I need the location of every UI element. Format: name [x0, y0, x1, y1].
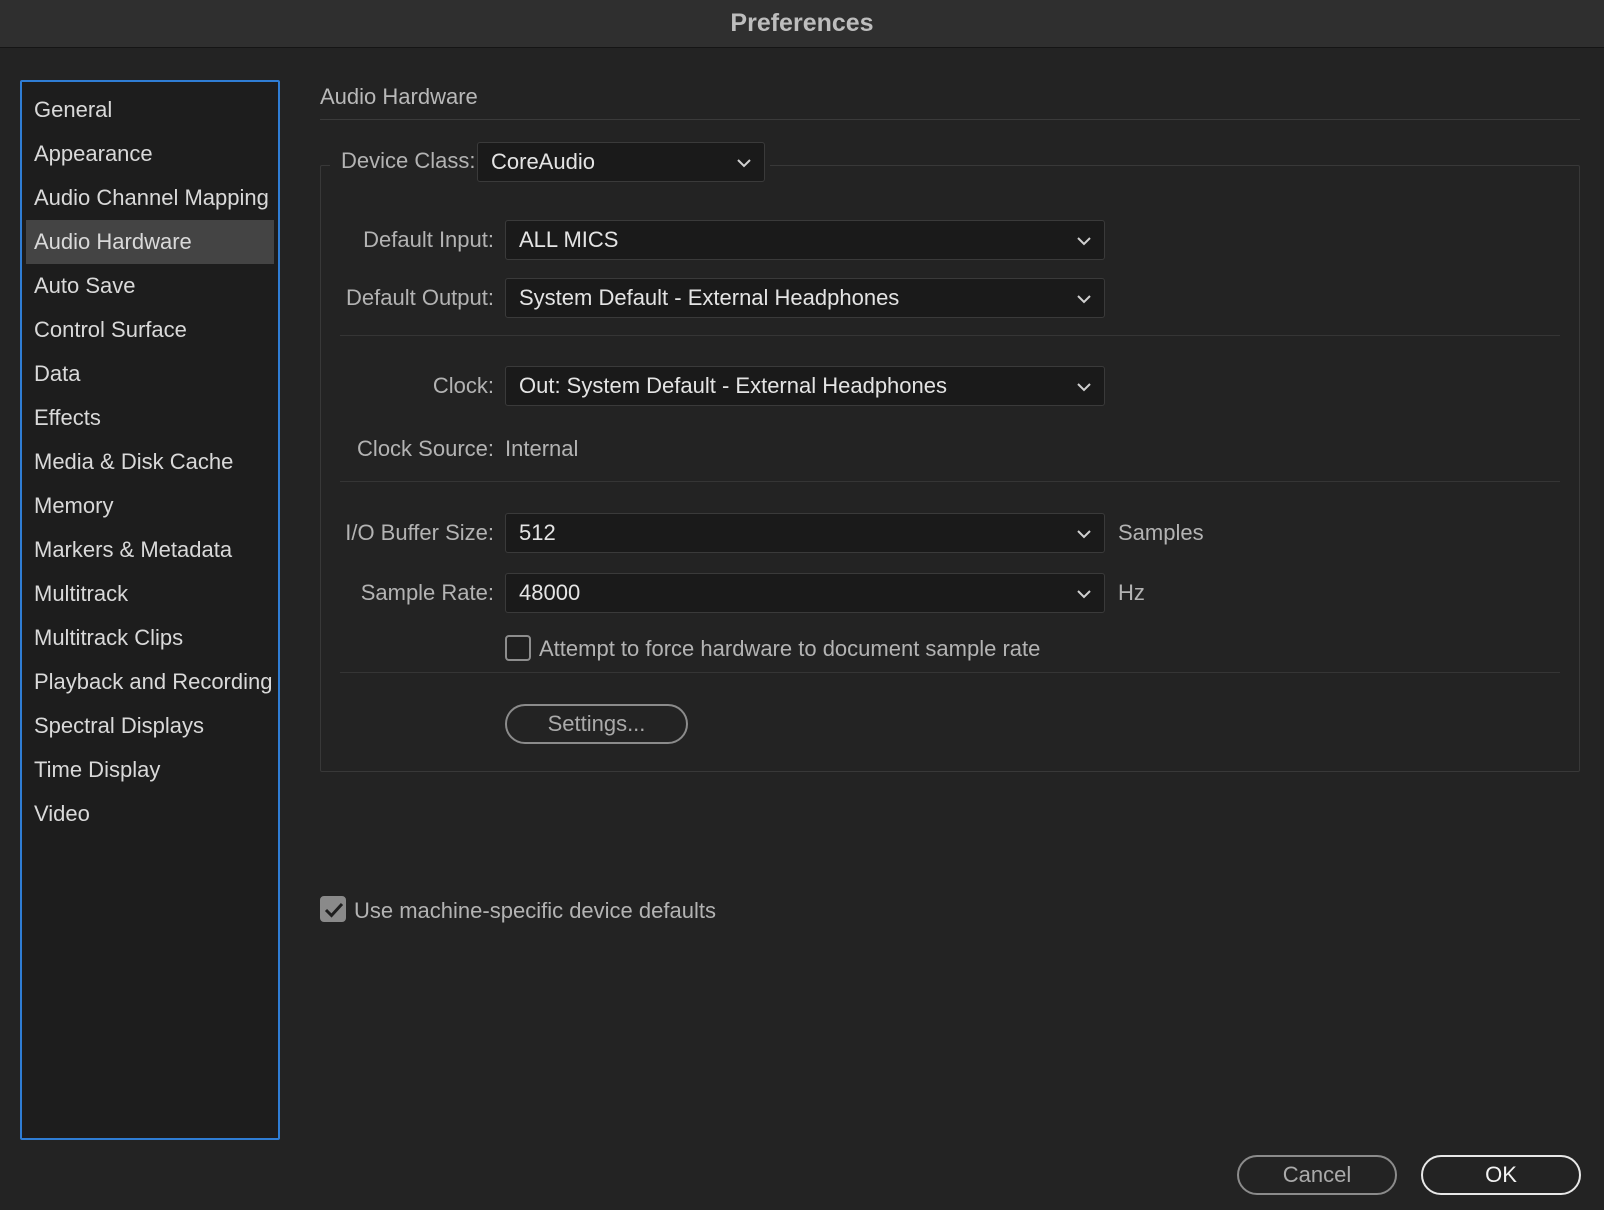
title-bar: Preferences	[0, 0, 1604, 48]
chevron-down-icon	[1077, 383, 1091, 392]
sidebar-item-media-disk-cache[interactable]: Media & Disk Cache	[26, 440, 274, 484]
section-divider	[320, 119, 1580, 120]
preferences-category-list[interactable]: General Appearance Audio Channel Mapping…	[20, 80, 280, 1140]
section-title: Audio Hardware	[320, 84, 478, 109]
default-output-value: System Default - External Headphones	[519, 285, 900, 310]
chevron-down-icon	[1077, 295, 1091, 304]
default-input-value: ALL MICS	[519, 227, 619, 252]
device-class-dropdown[interactable]: CoreAudio	[477, 142, 765, 182]
chevron-down-icon	[1077, 530, 1091, 539]
chevron-down-icon	[1077, 590, 1091, 599]
device-class-label: Device Class:	[341, 148, 476, 173]
clock-dropdown[interactable]: Out: System Default - External Headphone…	[505, 366, 1105, 406]
default-input-dropdown[interactable]: ALL MICS	[505, 220, 1105, 260]
device-class-value: CoreAudio	[491, 149, 595, 174]
io-buffer-size-label: I/O Buffer Size:	[345, 520, 494, 545]
sidebar-item-video[interactable]: Video	[26, 792, 274, 836]
sidebar-item-time-display[interactable]: Time Display	[26, 748, 274, 792]
io-buffer-size-dropdown[interactable]: 512	[505, 513, 1105, 553]
sidebar-item-general[interactable]: General	[26, 88, 274, 132]
ok-button[interactable]: OK	[1421, 1155, 1581, 1195]
sidebar-item-auto-save[interactable]: Auto Save	[26, 264, 274, 308]
sidebar-item-spectral-displays[interactable]: Spectral Displays	[26, 704, 274, 748]
sidebar-item-audio-channel-mapping[interactable]: Audio Channel Mapping	[26, 176, 274, 220]
sidebar-item-data[interactable]: Data	[26, 352, 274, 396]
divider	[340, 481, 1560, 482]
sample-rate-dropdown[interactable]: 48000	[505, 573, 1105, 613]
checkmark-icon	[324, 902, 344, 918]
sidebar-item-markers-metadata[interactable]: Markers & Metadata	[26, 528, 274, 572]
clock-label: Clock:	[432, 373, 494, 398]
chevron-down-icon	[1077, 237, 1091, 246]
io-buffer-size-unit: Samples	[1118, 520, 1204, 545]
cancel-button[interactable]: Cancel	[1237, 1155, 1397, 1195]
chevron-down-icon	[737, 159, 751, 168]
sidebar-item-control-surface[interactable]: Control Surface	[26, 308, 274, 352]
sidebar-item-appearance[interactable]: Appearance	[26, 132, 274, 176]
sidebar-item-audio-hardware[interactable]: Audio Hardware	[26, 220, 274, 264]
sample-rate-value: 48000	[519, 580, 581, 605]
machine-defaults-checkbox[interactable]	[320, 896, 346, 922]
sidebar-item-memory[interactable]: Memory	[26, 484, 274, 528]
machine-defaults-label: Use machine-specific device defaults	[354, 898, 716, 923]
settings-button[interactable]: Settings...	[505, 704, 688, 744]
window-title: Preferences	[730, 9, 874, 37]
default-input-label: Default Input:	[363, 227, 494, 252]
clock-source-value: Internal	[505, 436, 579, 461]
sidebar-item-multitrack[interactable]: Multitrack	[26, 572, 274, 616]
sample-rate-label: Sample Rate:	[360, 580, 494, 605]
default-output-dropdown[interactable]: System Default - External Headphones	[505, 278, 1105, 318]
force-sample-rate-checkbox[interactable]	[505, 635, 531, 661]
sidebar-item-playback-recording[interactable]: Playback and Recording	[26, 660, 274, 704]
force-sample-rate-label: Attempt to force hardware to document sa…	[539, 636, 1041, 661]
clock-source-label: Clock Source:	[357, 436, 494, 461]
sample-rate-unit: Hz	[1118, 580, 1145, 605]
clock-value: Out: System Default - External Headphone…	[519, 373, 947, 398]
default-output-label: Default Output:	[346, 285, 494, 310]
sidebar-item-effects[interactable]: Effects	[26, 396, 274, 440]
sidebar-item-multitrack-clips[interactable]: Multitrack Clips	[26, 616, 274, 660]
divider	[340, 335, 1560, 336]
io-buffer-size-value: 512	[519, 520, 556, 545]
divider	[340, 672, 1560, 673]
